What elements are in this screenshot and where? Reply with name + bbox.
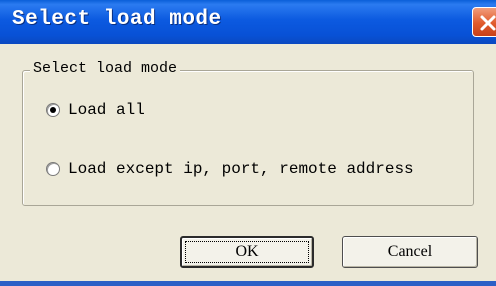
ok-button[interactable]: OK <box>180 236 314 268</box>
radio-load-except[interactable]: Load except ip, port, remote address <box>46 160 414 178</box>
cancel-button-label: Cancel <box>387 243 433 260</box>
dialog-window: Select load mode Select load mode Load a… <box>0 0 496 286</box>
load-mode-groupbox <box>22 70 474 206</box>
radio-load-all[interactable]: Load all <box>46 101 145 119</box>
radio-button-load-all[interactable] <box>46 103 60 117</box>
ok-button-label: OK <box>235 243 259 260</box>
radio-label-load-all: Load all <box>68 101 145 119</box>
groupbox-label: Select load mode <box>30 60 181 77</box>
close-button[interactable] <box>472 7 496 37</box>
close-icon <box>480 15 496 31</box>
radio-label-load-except: Load except ip, port, remote address <box>68 160 414 178</box>
taskbar-edge <box>0 281 496 286</box>
window-title: Select load mode <box>12 8 222 31</box>
titlebar[interactable]: Select load mode <box>0 0 496 44</box>
radio-button-load-except[interactable] <box>46 162 60 176</box>
cancel-button[interactable]: Cancel <box>342 236 478 268</box>
